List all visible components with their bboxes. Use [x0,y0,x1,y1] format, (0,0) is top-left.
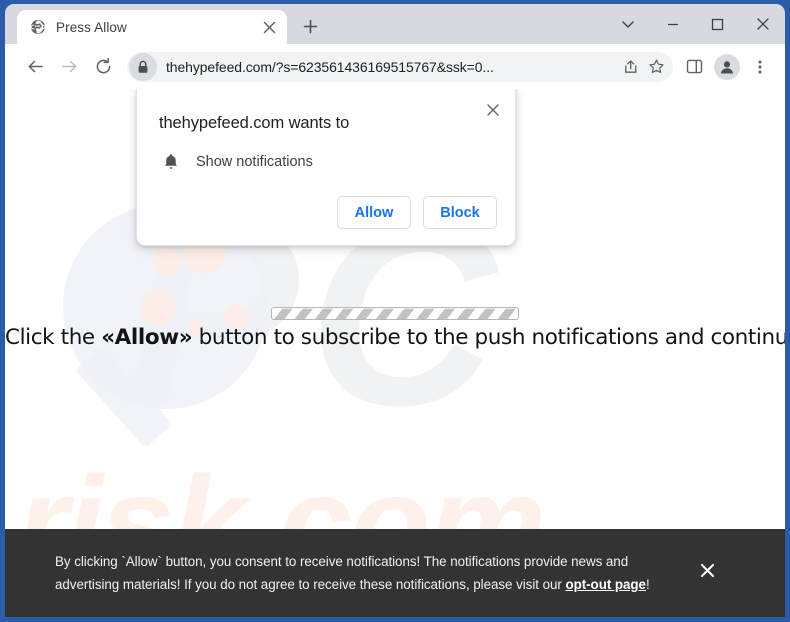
page-headline: Click the «Allow» button to subscribe to… [5,325,785,350]
banner-text-before: By clicking `Allow` button, you consent … [55,553,629,592]
allow-button[interactable]: Allow [337,196,411,229]
banner-text-after: ! [645,577,650,592]
headline-suffix: button to subscribe to the push notifica… [198,325,785,350]
profile-button[interactable] [714,53,740,80]
consent-banner: By clicking `Allow` button, you consent … [5,529,785,617]
tab-strip: Press Allow [5,4,785,44]
new-tab-button[interactable] [295,11,325,41]
browser-window: Press Allow thehypefeed.com/?s=623561436… [0,0,790,622]
notification-permission-dialog: thehypefeed.com wants to Show notificati… [136,89,516,246]
three-dot-menu-icon [752,59,768,75]
progress-bar-wrap [5,307,785,320]
address-bar[interactable]: thehypefeed.com/?s=623561436169515767&ss… [127,51,673,82]
back-arrow-icon [26,57,45,76]
dialog-title: thehypefeed.com wants to [159,114,350,132]
browser-menu-button[interactable] [745,51,775,83]
side-panel-button[interactable] [679,51,709,83]
headline-prefix: Click the [5,325,102,350]
headline-emphasis: «Allow» [101,325,193,350]
globe-icon [29,19,46,36]
back-button[interactable] [19,51,51,83]
bell-icon [162,152,180,172]
plus-icon [303,19,318,34]
dialog-actions: Allow Block [159,196,497,229]
tab-close-icon[interactable] [259,17,279,37]
lock-icon[interactable] [129,52,157,81]
banner-close-button[interactable] [690,553,724,587]
chevron-down-icon [621,17,635,31]
browser-toolbar: thehypefeed.com/?s=623561436169515767&ss… [5,44,785,89]
maximize-icon [711,18,724,31]
opt-out-link[interactable]: opt-out page [565,577,646,592]
close-icon [700,563,715,578]
maximize-button[interactable] [695,4,740,44]
close-icon [756,17,770,31]
watermark-dot [153,247,181,275]
block-button[interactable]: Block [423,196,497,229]
avatar-icon [719,59,735,75]
url-text: thehypefeed.com/?s=623561436169515767&ss… [166,58,494,75]
forward-arrow-icon [60,57,79,76]
minimize-button[interactable] [650,4,695,44]
permission-row: Show notifications [159,152,497,172]
close-window-button[interactable] [740,4,785,44]
reload-button[interactable] [87,51,119,83]
share-icon[interactable] [617,54,643,80]
permission-label: Show notifications [196,154,313,170]
dialog-close-icon[interactable] [481,98,505,122]
reload-icon [94,57,113,76]
page-viewport: PC risk.com Click the «Allow» button to … [5,89,785,617]
side-panel-icon [686,58,703,75]
consent-banner-text: By clicking `Allow` button, you consent … [55,550,680,597]
minimize-icon [666,17,680,31]
tab-search-button[interactable] [605,4,650,44]
window-controls [605,4,785,44]
star-icon[interactable] [643,54,669,80]
forward-button[interactable] [53,51,85,83]
browser-tab[interactable]: Press Allow [17,10,287,44]
loading-progress-bar [271,307,519,320]
tab-title: Press Allow [56,19,127,35]
